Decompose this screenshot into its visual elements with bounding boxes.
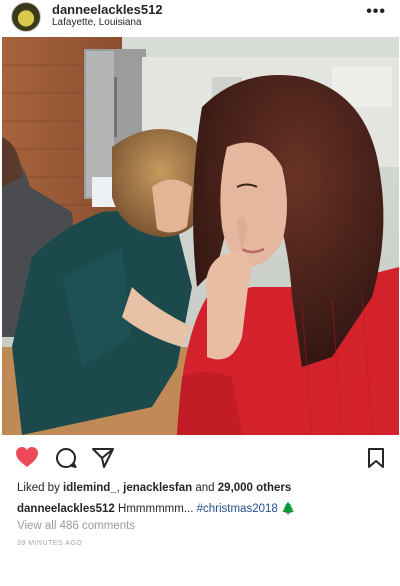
caption-hashtag[interactable]: #christmas2018	[197, 503, 278, 515]
likes-others-link[interactable]: 29,000 others	[218, 482, 292, 494]
more-dots-icon[interactable]: •••	[366, 2, 386, 22]
caption: danneelackles512 Hmmmmmm... #christmas20…	[17, 501, 295, 515]
liker-link[interactable]: jenacklesfan	[123, 482, 192, 494]
comment-icon[interactable]	[55, 447, 77, 474]
view-comments-link[interactable]: View all 486 comments	[17, 520, 135, 532]
post-photo[interactable]	[2, 37, 399, 435]
post-username[interactable]: danneelackles512	[52, 2, 163, 17]
likes-line: Liked by idlemind_, jenacklesfan and 29,…	[17, 482, 291, 494]
caption-username[interactable]: danneelackles512	[17, 503, 115, 515]
liker-link[interactable]: idlemind_	[63, 482, 117, 494]
photo-image	[2, 37, 399, 435]
post-location[interactable]: Lafayette, Louisiana	[52, 17, 142, 28]
likes-prefix: Liked by	[17, 482, 60, 494]
likes-and: and	[195, 482, 215, 494]
post-header: danneelackles512 Lafayette, Louisiana ••…	[0, 0, 400, 36]
likes-separator: ,	[116, 482, 120, 494]
action-bar	[0, 444, 400, 474]
caption-text: Hmmmmmm...	[118, 503, 194, 515]
avatar[interactable]	[11, 2, 41, 32]
share-icon[interactable]	[91, 447, 115, 474]
bookmark-icon[interactable]	[367, 447, 385, 474]
tree-emoji: 🌲	[281, 503, 296, 515]
post-timestamp: 39 MINUTES AGO	[17, 540, 83, 547]
heart-icon[interactable]	[15, 446, 39, 473]
